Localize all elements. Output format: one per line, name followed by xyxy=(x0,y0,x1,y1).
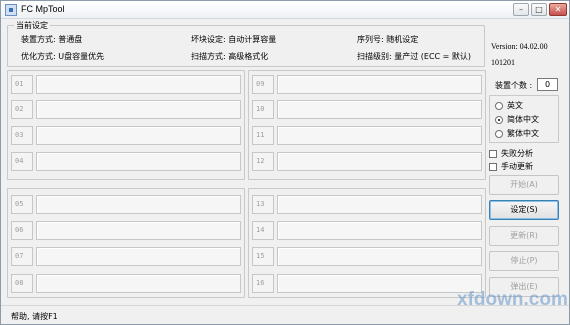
port-progress-bar xyxy=(277,221,482,240)
language-english-label: 英文 xyxy=(507,101,523,110)
port-row: 08 xyxy=(11,274,241,293)
version-text: Version: 04.02.00 xyxy=(491,42,548,51)
port-row: 04 xyxy=(11,152,241,171)
checkbox-box xyxy=(489,149,497,158)
bad-block-text: 坏块设定: 自动计算容量 xyxy=(191,35,277,44)
port-row: 03 xyxy=(11,126,241,145)
language-simplified-radio[interactable]: 简体中文 xyxy=(495,114,539,125)
port-progress-bar xyxy=(36,126,241,145)
port-row: 10 xyxy=(252,100,482,119)
port-row: 14 xyxy=(252,221,482,240)
scan-level-text: 扫描级别: 量产过 (ECC = 默认) xyxy=(357,52,472,61)
port-progress-bar xyxy=(36,247,241,266)
port-number: 16 xyxy=(252,274,274,293)
port-number: 02 xyxy=(11,100,33,119)
start-button[interactable]: 开始(A) xyxy=(489,175,559,195)
port-row: 07 xyxy=(11,247,241,266)
port-progress-bar xyxy=(36,221,241,240)
port-progress-bar xyxy=(36,274,241,293)
language-traditional-label: 繁体中文 xyxy=(507,129,539,138)
language-simplified-label: 简体中文 xyxy=(507,115,539,124)
radio-dot xyxy=(495,129,503,138)
port-progress-bar xyxy=(277,100,482,119)
port-number: 01 xyxy=(11,75,33,94)
failure-analysis-label: 失败分析 xyxy=(501,149,533,158)
mptool-window: FC MpTool – □ ✕ 当前设定 装置方式: 普通盘 坏块设定: 自动计… xyxy=(0,0,570,325)
window-title: FC MpTool xyxy=(21,4,65,14)
app-icon xyxy=(5,4,17,16)
port-number: 12 xyxy=(252,152,274,171)
port-number: 09 xyxy=(252,75,274,94)
install-mode-text: 装置方式: 普通盘 xyxy=(21,35,83,44)
minimize-button[interactable]: – xyxy=(513,3,529,16)
port-progress-bar xyxy=(36,152,241,171)
device-count-label: 装置个数 : xyxy=(495,81,533,90)
port-row: 12 xyxy=(252,152,482,171)
language-traditional-radio[interactable]: 繁体中文 xyxy=(495,128,539,139)
language-english-radio[interactable]: 英文 xyxy=(495,100,523,111)
port-row: 02 xyxy=(11,100,241,119)
port-progress-bar xyxy=(277,126,482,145)
port-progress-bar xyxy=(36,195,241,214)
port-progress-bar xyxy=(277,247,482,266)
port-row: 09 xyxy=(252,75,482,94)
device-count-value: 0 xyxy=(537,78,558,91)
failure-analysis-checkbox[interactable]: 失败分析 xyxy=(489,148,533,159)
serial-text: 序列号: 随机设定 xyxy=(357,35,419,44)
port-number: 11 xyxy=(252,126,274,145)
close-button[interactable]: ✕ xyxy=(549,3,567,16)
optimize-text: 优化方式: U盘容量优先 xyxy=(21,52,105,61)
scan-mode-text: 扫描方式: 高级格式化 xyxy=(191,52,269,61)
settings-legend: 当前设定 xyxy=(14,20,50,31)
radio-dot-selected xyxy=(495,115,503,124)
port-progress-bar xyxy=(277,195,482,214)
radio-dot xyxy=(495,101,503,110)
port-row: 16 xyxy=(252,274,482,293)
title-bar[interactable]: FC MpTool – □ ✕ xyxy=(1,1,569,19)
port-number: 07 xyxy=(11,247,33,266)
port-row: 15 xyxy=(252,247,482,266)
build-text: 101201 xyxy=(491,58,515,67)
port-progress-bar xyxy=(277,152,482,171)
port-row: 11 xyxy=(252,126,482,145)
watermark-text: xfdown.com xyxy=(457,289,568,310)
port-number: 14 xyxy=(252,221,274,240)
port-number: 13 xyxy=(252,195,274,214)
port-row: 05 xyxy=(11,195,241,214)
maximize-button[interactable]: □ xyxy=(531,3,547,16)
settings-button[interactable]: 设定(S) xyxy=(489,200,559,220)
port-number: 10 xyxy=(252,100,274,119)
update-button[interactable]: 更新(R) xyxy=(489,226,559,246)
port-progress-bar xyxy=(277,75,482,94)
port-number: 08 xyxy=(11,274,33,293)
port-row: 06 xyxy=(11,221,241,240)
port-progress-bar xyxy=(36,100,241,119)
port-number: 04 xyxy=(11,152,33,171)
port-number: 03 xyxy=(11,126,33,145)
status-text: 帮助, 请按F1 xyxy=(11,312,58,321)
port-row: 13 xyxy=(252,195,482,214)
stop-button[interactable]: 停止(P) xyxy=(489,251,559,271)
port-progress-bar xyxy=(277,274,482,293)
port-number: 06 xyxy=(11,221,33,240)
port-progress-bar xyxy=(36,75,241,94)
checkbox-box xyxy=(489,162,497,171)
manual-update-label: 手动更新 xyxy=(501,162,533,171)
port-number: 05 xyxy=(11,195,33,214)
port-number: 15 xyxy=(252,247,274,266)
manual-update-checkbox[interactable]: 手动更新 xyxy=(489,161,533,172)
port-row: 01 xyxy=(11,75,241,94)
